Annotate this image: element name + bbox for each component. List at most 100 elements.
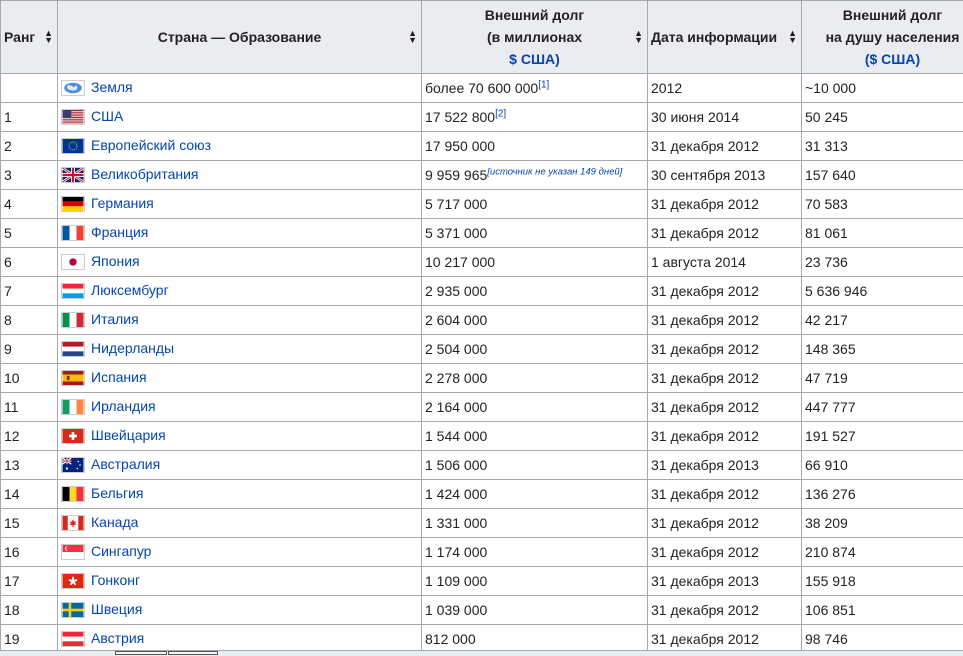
flag-ireland-icon[interactable]: [61, 399, 85, 415]
usd-link[interactable]: $ США): [509, 51, 560, 67]
table-row: 3Великобритания9 959 965[источник не ука…: [1, 161, 963, 190]
flag-italy-icon[interactable]: [61, 312, 85, 328]
column-header-date[interactable]: Дата информации ▲▼: [648, 1, 802, 74]
external-debt-table: Ранг ▲▼ Страна — Образование ▲▼ Внешний …: [0, 0, 963, 654]
flag-australia-icon[interactable]: [61, 457, 85, 473]
country-link[interactable]: Ирландия: [91, 398, 156, 414]
country-link[interactable]: Сингапур: [91, 543, 151, 559]
debt-per-capita-cell: 155 918: [802, 567, 963, 596]
rank-cell: 17: [1, 567, 58, 596]
country-link[interactable]: Испания: [91, 369, 147, 385]
debt-per-capita-cell: ~10 000: [802, 74, 963, 103]
sort-arrows-icon[interactable]: ▲▼: [408, 30, 417, 44]
header-date-label: Дата информации: [651, 29, 777, 45]
table-row: 9Нидерланды2 504 00031 декабря 2012148 3…: [1, 335, 963, 364]
reference-link[interactable]: [1]: [538, 79, 549, 90]
table-row: 11Ирландия2 164 00031 декабря 2012447 77…: [1, 393, 963, 422]
flag-japan-icon[interactable]: [61, 254, 85, 270]
country-link[interactable]: Нидерланды: [91, 340, 174, 356]
header-debt-line-2: (в миллионах: [425, 26, 644, 48]
external-debt-value: 812 000: [425, 631, 476, 647]
reference-link[interactable]: [2]: [495, 108, 506, 119]
rank-cell: 2: [1, 132, 58, 161]
rank-cell: 18: [1, 596, 58, 625]
date-cell: 2012: [648, 74, 802, 103]
date-cell: 30 июня 2014: [648, 103, 802, 132]
scroll-thumb[interactable]: [115, 651, 167, 655]
flag-singapore-icon[interactable]: [61, 544, 85, 560]
date-cell: 31 декабря 2012: [648, 219, 802, 248]
rank-cell: 10: [1, 364, 58, 393]
country-link[interactable]: Земля: [91, 79, 133, 95]
country-link[interactable]: Франция: [91, 224, 148, 240]
flag-spain-icon[interactable]: [61, 370, 85, 386]
table-row: 16Сингапур1 174 00031 декабря 2012210 87…: [1, 538, 963, 567]
debt-per-capita-cell: 148 365: [802, 335, 963, 364]
country-cell: Швеция: [58, 596, 422, 625]
flag-usa-icon[interactable]: [61, 109, 85, 125]
date-cell: 31 декабря 2012: [648, 538, 802, 567]
external-debt-value: 1 109 000: [425, 573, 487, 589]
rank-cell: [1, 74, 58, 103]
country-link[interactable]: Великобритания: [91, 166, 199, 182]
country-link[interactable]: Германия: [91, 195, 154, 211]
column-header-country[interactable]: Страна — Образование ▲▼: [58, 1, 422, 74]
flag-switzerland-icon[interactable]: [61, 428, 85, 444]
date-cell: 1 августа 2014: [648, 248, 802, 277]
table-body: Земляболее 70 600 000[1]2012~10 0001США1…: [1, 74, 963, 654]
country-link[interactable]: Япония: [91, 253, 140, 269]
flag-netherlands-icon[interactable]: [61, 341, 85, 357]
flag-uk-icon[interactable]: [61, 167, 85, 183]
table-row: 13Австралия1 506 00031 декабря 201366 91…: [1, 451, 963, 480]
usd-link[interactable]: ($ США): [865, 51, 920, 67]
flag-hongkong-icon[interactable]: [61, 573, 85, 589]
rank-cell: 15: [1, 509, 58, 538]
flag-eu-icon[interactable]: [61, 138, 85, 154]
external-debt-value: 1 424 000: [425, 486, 487, 502]
flag-france-icon[interactable]: [61, 225, 85, 241]
debt-per-capita-cell: 136 276: [802, 480, 963, 509]
external-debt-value: 10 217 000: [425, 254, 495, 270]
flag-earth-icon[interactable]: [61, 80, 85, 96]
table-row: 2Европейский союз17 950 00031 декабря 20…: [1, 132, 963, 161]
flag-germany-icon[interactable]: [61, 196, 85, 212]
country-link[interactable]: Австрия: [91, 630, 144, 646]
sort-arrows-icon[interactable]: ▲▼: [44, 30, 53, 44]
column-header-debt-per-capita[interactable]: Внешний долг на душу населения ($ США) ▲…: [802, 1, 963, 74]
external-debt-cell: 2 164 000: [422, 393, 648, 422]
table-row: 18Швеция1 039 00031 декабря 2012106 851: [1, 596, 963, 625]
country-cell: Люксембург: [58, 277, 422, 306]
header-debt-line-3: $ США): [425, 48, 644, 70]
external-debt-cell: 2 504 000: [422, 335, 648, 364]
flag-canada-icon[interactable]: [61, 515, 85, 531]
column-header-external-debt[interactable]: Внешний долг (в миллионах $ США) ▲▼: [422, 1, 648, 74]
external-debt-value: 5 717 000: [425, 196, 487, 212]
header-percap-line-1: Внешний долг: [805, 4, 963, 26]
country-link[interactable]: Европейский союз: [91, 137, 211, 153]
country-link[interactable]: Канада: [91, 514, 138, 530]
sort-arrows-icon[interactable]: ▲▼: [788, 30, 797, 44]
country-cell: Гонконг: [58, 567, 422, 596]
country-link[interactable]: Австралия: [91, 456, 160, 472]
country-cell: Япония: [58, 248, 422, 277]
country-link[interactable]: Гонконг: [91, 572, 140, 588]
external-debt-cell: 1 174 000: [422, 538, 648, 567]
table-row: 8Италия2 604 00031 декабря 201242 217: [1, 306, 963, 335]
external-debt-cell: 5 371 000: [422, 219, 648, 248]
country-link[interactable]: Швеция: [91, 601, 142, 617]
flag-belgium-icon[interactable]: [61, 486, 85, 502]
country-link[interactable]: Люксембург: [91, 282, 169, 298]
flag-sweden-icon[interactable]: [61, 602, 85, 618]
flag-austria-icon[interactable]: [61, 631, 85, 647]
country-link[interactable]: США: [91, 108, 123, 124]
country-link[interactable]: Италия: [91, 311, 139, 327]
column-header-rank[interactable]: Ранг ▲▼: [1, 1, 58, 74]
country-link[interactable]: Швейцария: [91, 427, 166, 443]
scroll-thumb[interactable]: [168, 651, 218, 655]
table-row: 4Германия5 717 00031 декабря 201270 583: [1, 190, 963, 219]
sort-arrows-icon[interactable]: ▲▼: [634, 30, 643, 44]
reference-link[interactable]: [источник не указан 149 дней]: [487, 166, 622, 177]
flag-luxembourg-icon[interactable]: [61, 283, 85, 299]
country-link[interactable]: Бельгия: [91, 485, 143, 501]
country-cell: Австралия: [58, 451, 422, 480]
